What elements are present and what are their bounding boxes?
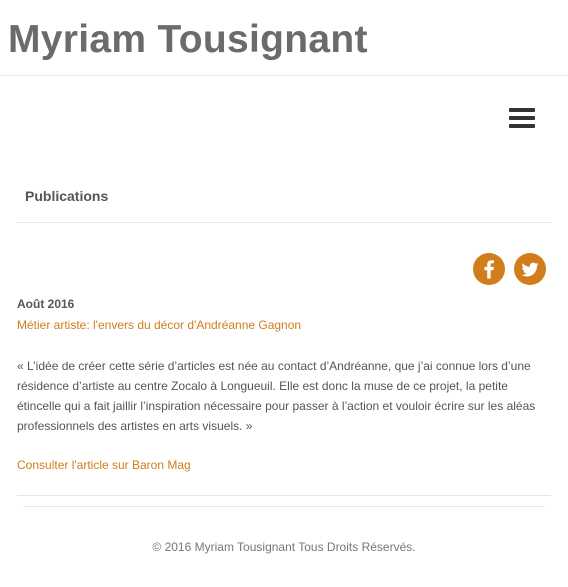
twitter-icon [521,262,539,277]
menu-bar-bottom [509,124,535,128]
section-title: Publications [25,188,109,204]
footer-copyright: © 2016 Myriam Tousignant Tous Droits Rés… [152,540,416,554]
page: Myriam Tousignant Publications Août 2016… [0,0,568,587]
section-divider [17,222,551,223]
post-quote: « L’idée de créer cette série d’articles… [17,359,536,433]
menu-bar-middle [509,116,535,120]
content-divider [17,495,551,496]
article-link[interactable]: Consulter l'article sur Baron Mag [17,456,191,474]
footer-divider [23,506,545,507]
menu-bar-top [509,108,535,112]
twitter-share-button[interactable] [514,253,546,285]
site-header: Myriam Tousignant [0,0,568,76]
post-date: Août 2016 [17,297,75,311]
hamburger-menu-icon[interactable] [508,106,536,130]
post-title-link[interactable]: Métier artiste: l'envers du décor d'Andr… [17,316,301,334]
facebook-share-button[interactable] [473,253,505,285]
site-title[interactable]: Myriam Tousignant [8,16,368,64]
facebook-icon [484,260,494,279]
